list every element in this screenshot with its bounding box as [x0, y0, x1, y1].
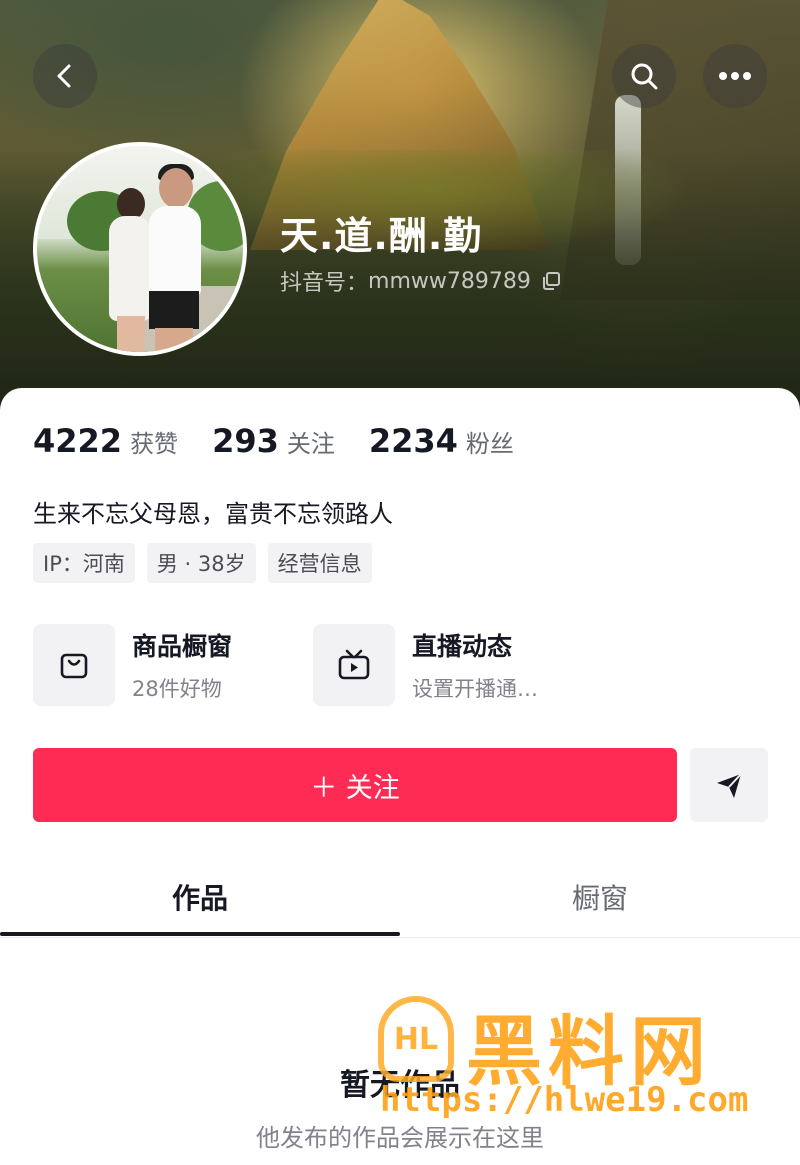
- more-button[interactable]: [703, 44, 767, 108]
- more-dots-icon: [719, 72, 751, 80]
- shopping-bag-icon: [60, 653, 88, 679]
- stat-label: 获赞: [130, 430, 179, 458]
- tab-shop-window[interactable]: 橱窗: [400, 858, 800, 936]
- stats-row: 4222 获赞 293 关注 2234 粉丝: [33, 422, 548, 460]
- shop-window-entry[interactable]: 商品橱窗 28件好物: [33, 624, 313, 706]
- empty-state-subtitle: 他发布的作品会展示在这里: [256, 1124, 544, 1152]
- entry-title: 商品橱窗: [132, 632, 233, 661]
- copy-icon[interactable]: [541, 271, 561, 291]
- back-button[interactable]: [33, 44, 97, 108]
- stat-value: 4222: [33, 422, 123, 460]
- stat-likes[interactable]: 4222 获赞: [33, 422, 178, 460]
- entry-subtitle: 设置开播通…: [412, 677, 538, 701]
- send-icon: [717, 773, 742, 798]
- empty-state-title: 暂无作品: [340, 1068, 460, 1103]
- stat-followers[interactable]: 2234 粉丝: [369, 422, 514, 460]
- tv-icon: [338, 649, 370, 680]
- chevron-left-icon: [57, 64, 71, 88]
- stat-label: 关注: [286, 430, 335, 458]
- profile-card: 4222 获赞 293 关注 2234 粉丝 生来不忘父母恩，富贵不忘领路人 I…: [0, 388, 800, 1165]
- follow-button[interactable]: ＋ 关注: [33, 748, 677, 822]
- content-tabs: 作品 橱窗: [0, 858, 800, 938]
- entry-title: 直播动态: [412, 632, 513, 661]
- profile-tags: IP：河南 男 · 38岁 经营信息: [33, 543, 384, 583]
- stat-value: 293: [212, 422, 279, 460]
- stat-label: 粉丝: [465, 430, 514, 458]
- account-id-value: mmww789789: [368, 268, 531, 294]
- profile-nickname: 天.道.酬.勤: [280, 214, 483, 258]
- tab-works[interactable]: 作品: [0, 858, 400, 936]
- tag-ip: IP：河南: [33, 543, 135, 583]
- account-id-label: 抖音号：: [280, 271, 369, 296]
- live-entry[interactable]: 直播动态 设置开播通…: [313, 624, 593, 706]
- account-id-row[interactable]: 抖音号： mmww789789: [280, 266, 561, 296]
- feature-entries: 商品橱窗 28件好物 直播动态 设置开播通…: [33, 624, 593, 706]
- entry-subtitle: 28件好物: [132, 677, 222, 701]
- stat-following[interactable]: 293 关注: [212, 422, 335, 460]
- profile-bio: 生来不忘父母恩，富贵不忘领路人: [33, 500, 393, 528]
- avatar[interactable]: [33, 142, 247, 356]
- tag-business-info[interactable]: 经营信息: [267, 543, 372, 583]
- tag-gender-age: 男 · 38岁: [146, 543, 256, 583]
- search-icon: [631, 63, 658, 90]
- stat-value: 2234: [368, 422, 458, 460]
- active-tab-indicator: [0, 932, 400, 936]
- share-button[interactable]: [690, 748, 768, 822]
- search-button[interactable]: [612, 44, 676, 108]
